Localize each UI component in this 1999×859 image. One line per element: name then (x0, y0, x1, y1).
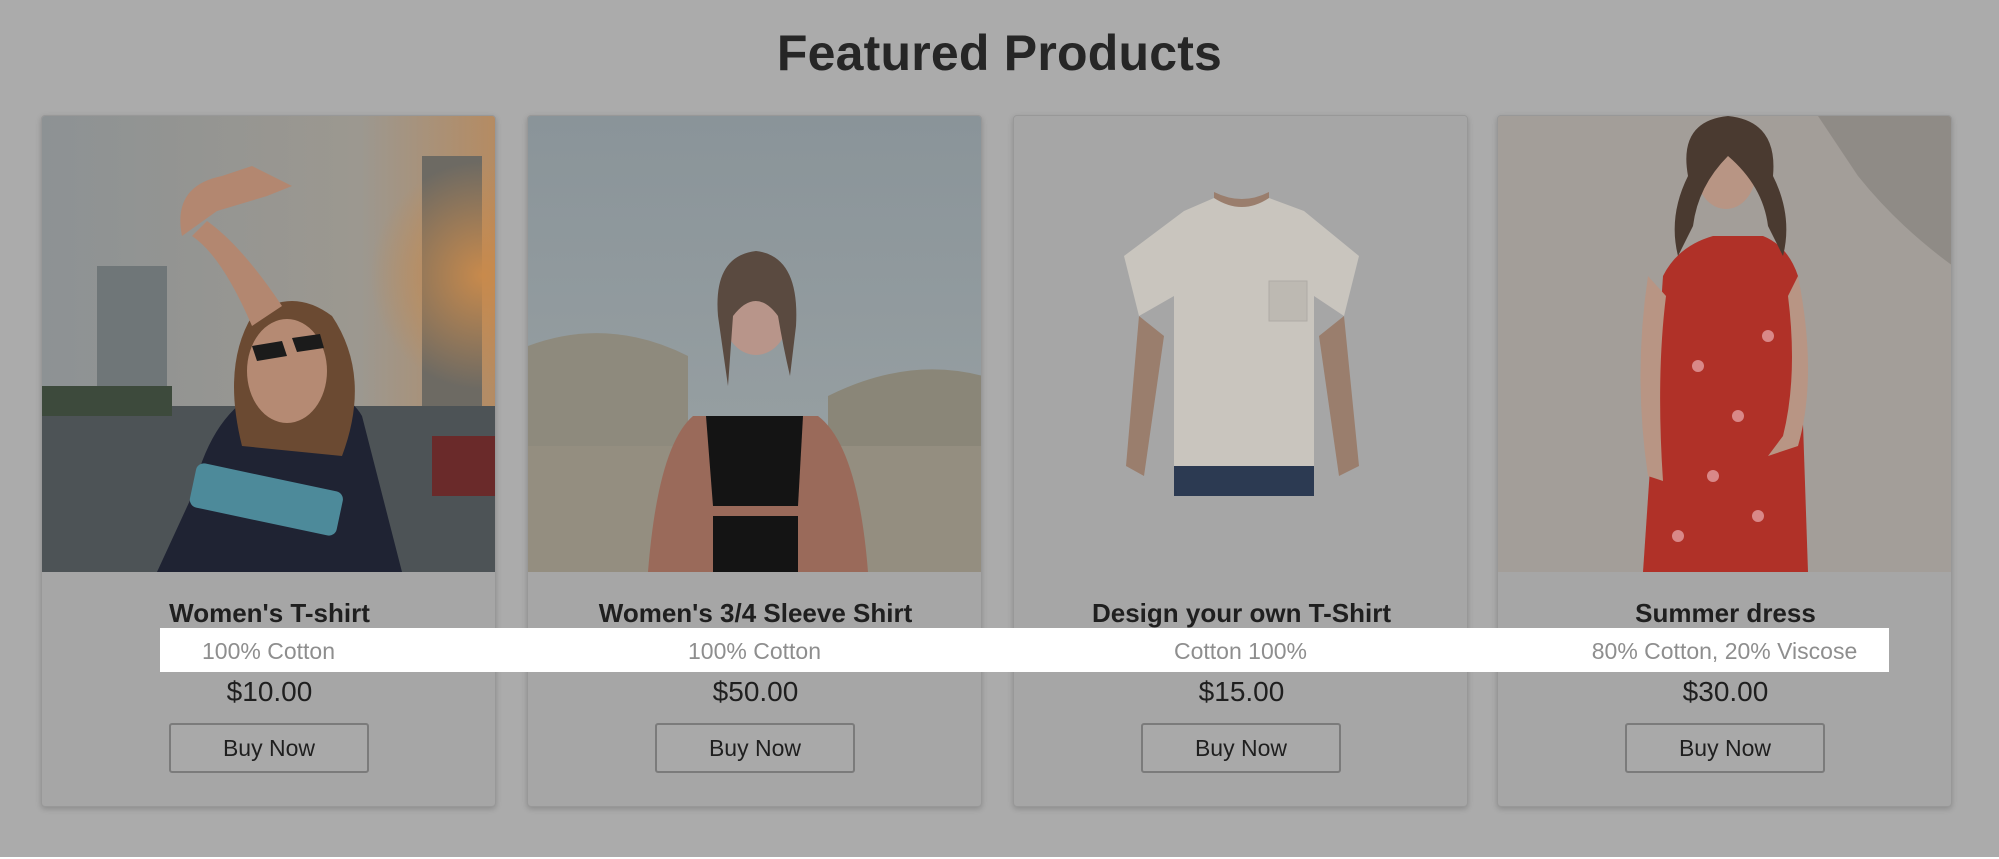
product-name: Design your own T-Shirt (1091, 598, 1391, 628)
product-material-highlight: 100% Cotton (688, 638, 821, 664)
woman-sunglasses-photo (42, 116, 495, 572)
product-name: Women's 3/4 Sleeve Shirt (598, 598, 913, 628)
product-price: $15.00 (1198, 676, 1285, 707)
product-image[interactable] (528, 116, 981, 572)
red-dress-photo (1498, 116, 1951, 572)
buy-now-button[interactable]: Buy Now (169, 723, 369, 773)
buy-now-button[interactable]: Buy Now (1625, 723, 1825, 773)
product-price: $30.00 (1682, 676, 1769, 707)
product-card-design-tshirt[interactable]: Design your own T-Shirt Cotton 100% $15.… (1013, 115, 1468, 807)
buy-now-button[interactable]: Buy Now (1141, 723, 1341, 773)
woman-desert-photo (528, 116, 981, 572)
product-price: $10.00 (226, 676, 313, 707)
product-material-highlight: 100% Cotton (202, 638, 335, 664)
product-image[interactable] (1014, 116, 1467, 572)
product-card-womens-sleeve-shirt[interactable]: Women's 3/4 Sleeve Shirt 100% Cotton $50… (527, 115, 982, 807)
product-image[interactable] (42, 116, 495, 572)
product-name: Summer dress (1635, 598, 1816, 628)
white-tshirt-photo (1014, 116, 1467, 572)
product-image[interactable] (1498, 116, 1951, 572)
product-material-highlight: Cotton 100% (1174, 638, 1307, 664)
product-card-summer-dress[interactable]: Summer dress 80% Cotton, 20% Viscose $30… (1497, 115, 1952, 807)
product-name: Women's T-shirt (169, 598, 370, 628)
page-title: Featured Products (776, 25, 1223, 81)
product-price: $50.00 (712, 676, 799, 707)
product-card-womens-tshirt[interactable]: Women's T-shirt 100% Cotton $10.00 Buy N… (41, 115, 496, 807)
product-material-highlight: 80% Cotton, 20% Viscose (1591, 638, 1858, 664)
buy-now-button[interactable]: Buy Now (655, 723, 855, 773)
